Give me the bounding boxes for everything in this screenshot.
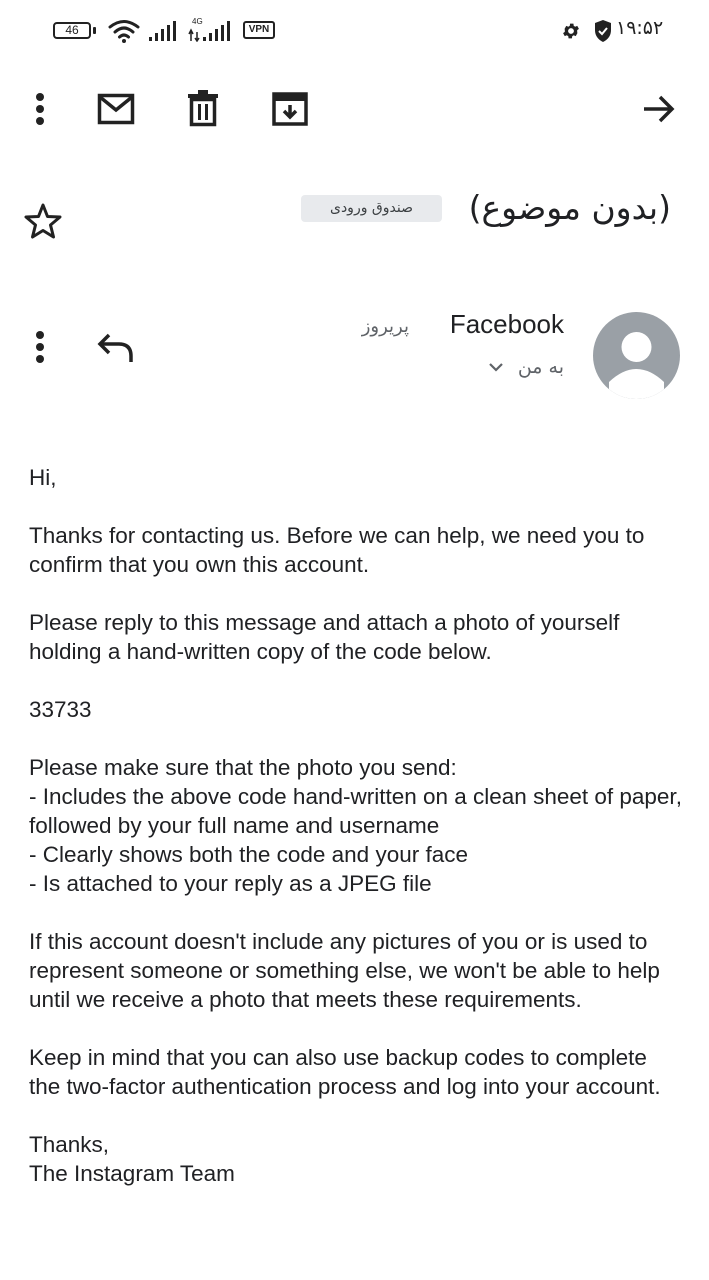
more-vert-icon-message[interactable] [30,330,50,364]
battery-indicator: 46 [53,22,91,39]
avatar[interactable] [593,312,680,399]
body-paragraph: Hi, [29,465,57,490]
recipient-row[interactable]: به من [488,352,564,382]
wifi-icon [108,18,140,44]
body-paragraph: Thanks for contacting us. Before we can … [29,523,645,577]
body-paragraph: If this account doesn't include any pict… [29,929,660,1012]
delete-icon[interactable] [187,89,219,127]
body-paragraph: Please make sure that the photo you send… [29,755,682,896]
inbox-label-chip[interactable]: صندوق ورودی [301,195,442,222]
mail-icon[interactable] [97,93,135,125]
sender-name: Facebook [449,309,564,339]
chevron-down-icon[interactable] [488,358,504,377]
body-paragraph: Please reply to this message and attach … [29,610,620,664]
signal-icon [149,20,181,42]
verification-code: 33733 [29,697,92,722]
more-vert-icon[interactable] [30,92,50,126]
body-paragraph: Keep in mind that you can also use backu… [29,1045,661,1099]
recipient-label: به من [517,356,564,378]
vpn-badge: VPN [243,21,275,39]
reply-icon[interactable] [97,332,135,364]
shield-check-icon [594,19,612,43]
star-icon[interactable] [24,203,62,239]
email-body: Hi, Thanks for contacting us. Before we … [29,463,684,1188]
archive-icon[interactable] [272,91,308,127]
signature: Thanks, The Instagram Team [29,1132,235,1186]
status-time: ۱۹:۵۲ [616,17,664,39]
email-date: پریروز [361,316,409,337]
person-icon [609,332,664,399]
signal-icon-2 [188,20,234,42]
arrow-forward-icon[interactable] [642,93,676,125]
battery-tip [93,27,96,34]
email-subject: (بدون موضوع) [468,188,671,227]
settings-gear-icon [561,21,581,41]
